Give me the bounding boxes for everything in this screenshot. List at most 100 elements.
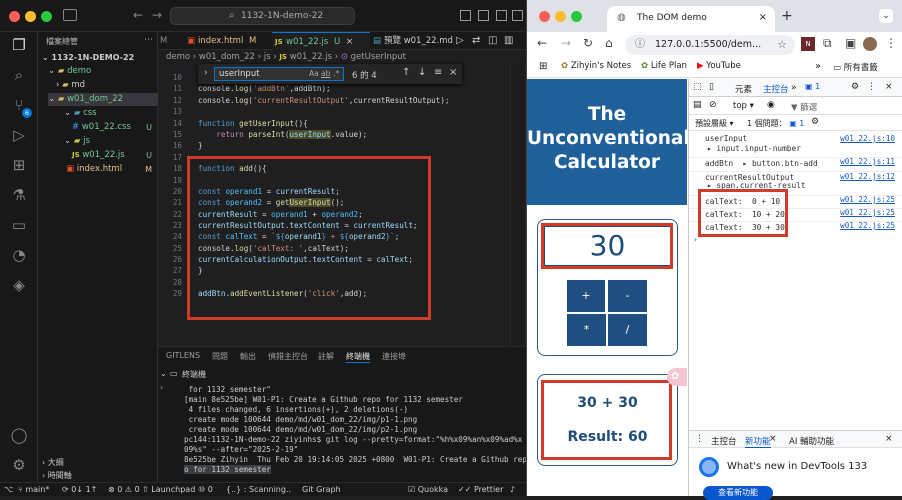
subtract-button[interactable]: - xyxy=(608,280,647,312)
chevron-right-icon[interactable]: › xyxy=(160,383,163,392)
find-input[interactable]: userInput Aa ab .* xyxy=(214,67,344,81)
divide-button[interactable]: / xyxy=(608,314,647,346)
more-tabs-icon[interactable]: » xyxy=(791,83,797,93)
split-editor-icon[interactable]: ▥ xyxy=(504,35,513,46)
console-log-object[interactable]: ▸ input.input-number xyxy=(689,144,902,153)
tab-output[interactable]: 輸出 xyxy=(240,351,256,362)
context-selector[interactable]: top ▾ xyxy=(733,101,754,111)
minimize-window-button[interactable] xyxy=(25,11,36,22)
close-tab-icon[interactable]: × xyxy=(346,37,353,47)
tree-item-index-html[interactable]: ▣ index.html M xyxy=(66,163,158,176)
settings-gear-icon[interactable]: ⚙ xyxy=(811,117,819,127)
quokka-status[interactable]: ☑ Quokka xyxy=(408,483,448,496)
next-match-icon[interactable]: ↓ xyxy=(418,67,426,78)
bookmark-life-plan[interactable]: ✿ Life Plan xyxy=(641,61,687,71)
back-arrow-icon[interactable]: ← xyxy=(537,36,547,50)
tab-index-html[interactable]: ▣ index.html M xyxy=(184,32,272,50)
source-link[interactable]: w01_22.js:25 xyxy=(840,221,895,230)
previous-match-icon[interactable]: ↑ xyxy=(402,67,410,78)
forward-arrow-icon[interactable]: → xyxy=(152,8,162,22)
compare-icon[interactable]: ⇄ xyxy=(472,35,480,46)
close-icon[interactable]: × xyxy=(885,82,893,92)
filter-input[interactable]: ▼ 篩選 xyxy=(791,101,817,113)
new-tab-icon[interactable]: + xyxy=(781,8,793,24)
sidebar-toggle-icon[interactable]: ▤ xyxy=(693,100,702,110)
source-link[interactable]: w01_22.js:12 xyxy=(840,172,895,181)
eye-icon[interactable]: ◉ xyxy=(767,100,775,110)
tab-overflow[interactable]: M xyxy=(158,32,176,50)
apps-grid-icon[interactable]: ⊞ xyxy=(539,61,547,72)
tab-w01-22-js[interactable]: JS w01_22.js U × xyxy=(272,32,370,50)
tab-comments[interactable]: 註解 xyxy=(318,351,334,362)
breadcrumb-item[interactable]: getUserInput xyxy=(351,52,406,62)
command-center[interactable]: ⌕ 1132-1N-demo-22 xyxy=(170,7,355,25)
maximize-window-button[interactable] xyxy=(41,11,52,22)
source-link[interactable]: w01_22.js:25 xyxy=(840,208,895,217)
run-debug-icon[interactable]: ▷ xyxy=(10,126,28,144)
tree-item-w01-22-css[interactable]: # w01_22.css U xyxy=(72,121,158,134)
close-icon[interactable]: × xyxy=(769,434,777,444)
settings-gear-icon[interactable]: ⚙ xyxy=(10,456,28,474)
issues-badge[interactable]: ▣ 1 xyxy=(805,82,820,91)
address-bar[interactable]: ⓘ 127.0.0.1:5500/dem... ☆ xyxy=(625,35,795,55)
search-icon[interactable]: ⌕ xyxy=(10,66,28,84)
layout-secondary-icon[interactable] xyxy=(496,10,507,21)
close-icon[interactable]: × xyxy=(885,434,893,444)
drawer-tab-console[interactable]: 主控台 xyxy=(711,435,737,447)
reload-icon[interactable]: ↻ xyxy=(583,36,593,50)
drawer-menu-icon[interactable]: ⋮ xyxy=(695,434,704,444)
open-preview-icon[interactable]: ◫ xyxy=(488,35,497,46)
minimize-window-button[interactable] xyxy=(555,11,566,22)
remote-explorer-icon[interactable]: ▭ xyxy=(10,216,28,234)
more-actions-icon[interactable]: ⋯ xyxy=(144,35,153,45)
explorer-icon[interactable]: ❐ xyxy=(10,36,28,54)
tab-console[interactable]: 主控台 xyxy=(763,83,789,95)
settings-gear-icon[interactable]: ⚙ xyxy=(851,82,859,92)
ports-status[interactable]: ⑩ 0 xyxy=(198,483,213,496)
notifications-bell-icon[interactable]: ♪ xyxy=(510,483,515,496)
tab-elements[interactable]: 元素 xyxy=(735,83,752,95)
add-button[interactable]: + xyxy=(567,280,606,312)
log-level-selector[interactable]: 預設層級 ▾ xyxy=(695,118,734,129)
branch-indicator[interactable]: ⑂ main* xyxy=(18,483,49,496)
extension-icon[interactable]: N xyxy=(801,37,815,51)
match-case-toggle[interactable]: Aa xyxy=(309,68,319,80)
bookmark-star-icon[interactable]: ☆ xyxy=(777,35,787,55)
breadcrumb-item[interactable]: w01_22.js xyxy=(290,52,332,62)
tab-debug-console[interactable]: 偵錯主控台 xyxy=(268,351,308,362)
close-window-button[interactable] xyxy=(9,11,20,22)
code-editor[interactable]: 10 console.log('addBtn',addBtn); 11 cons… xyxy=(158,64,526,346)
account-icon[interactable]: ◯ xyxy=(10,426,28,444)
source-link[interactable]: w01_22.js:11 xyxy=(840,157,895,166)
regex-toggle[interactable]: .* xyxy=(333,68,339,80)
maximize-window-button[interactable] xyxy=(571,11,582,22)
home-icon[interactable]: ⌂ xyxy=(605,36,613,50)
all-bookmarks[interactable]: ▭ 所有書籤 xyxy=(833,61,878,73)
tree-item-demo[interactable]: ⌄ ▰ demo xyxy=(48,65,158,78)
launchpad-status[interactable]: ⇧ Launchpad xyxy=(142,483,195,496)
side-panel-icon[interactable]: ▣ xyxy=(845,36,856,50)
sync-status[interactable]: ⟳ 0↓ 1↑ xyxy=(62,483,97,496)
close-tab-icon[interactable]: × xyxy=(759,6,767,30)
run-icon[interactable]: ▷ xyxy=(456,35,464,46)
git-graph-button[interactable]: Git Graph xyxy=(302,483,341,496)
bookmark-zihyins-notes[interactable]: ✿ Zihyin's Notes xyxy=(561,61,631,71)
back-arrow-icon[interactable]: ← xyxy=(133,8,143,22)
sidebar-toggle-icon[interactable] xyxy=(63,9,77,21)
tab-problems[interactable]: 問題 xyxy=(212,351,228,362)
whole-word-toggle[interactable]: ab xyxy=(321,68,330,80)
device-toolbar-icon[interactable]: ▯ xyxy=(709,82,714,92)
floating-assistant-button[interactable]: ✿ xyxy=(667,368,687,386)
console-prompt-icon[interactable]: › xyxy=(689,235,902,244)
extensions-puzzle-icon[interactable]: ⧉ xyxy=(823,36,832,51)
timeline-section[interactable]: › 時間軸 xyxy=(42,469,72,482)
profile-avatar[interactable] xyxy=(863,37,877,51)
breadcrumb-item[interactable]: js xyxy=(264,52,271,62)
prettier-status[interactable]: ✓✓ Prettier xyxy=(458,483,503,496)
more-bookmarks-icon[interactable]: » xyxy=(815,61,821,72)
inspect-element-icon[interactable]: ⬚ xyxy=(693,82,702,92)
drawer-tab-whats-new[interactable]: 新功能 xyxy=(745,435,771,448)
layout-bottom-icon[interactable] xyxy=(478,10,489,21)
bookmark-youtube[interactable]: ▶ YouTube xyxy=(697,61,741,71)
docker-icon[interactable]: ◈ xyxy=(10,276,28,294)
